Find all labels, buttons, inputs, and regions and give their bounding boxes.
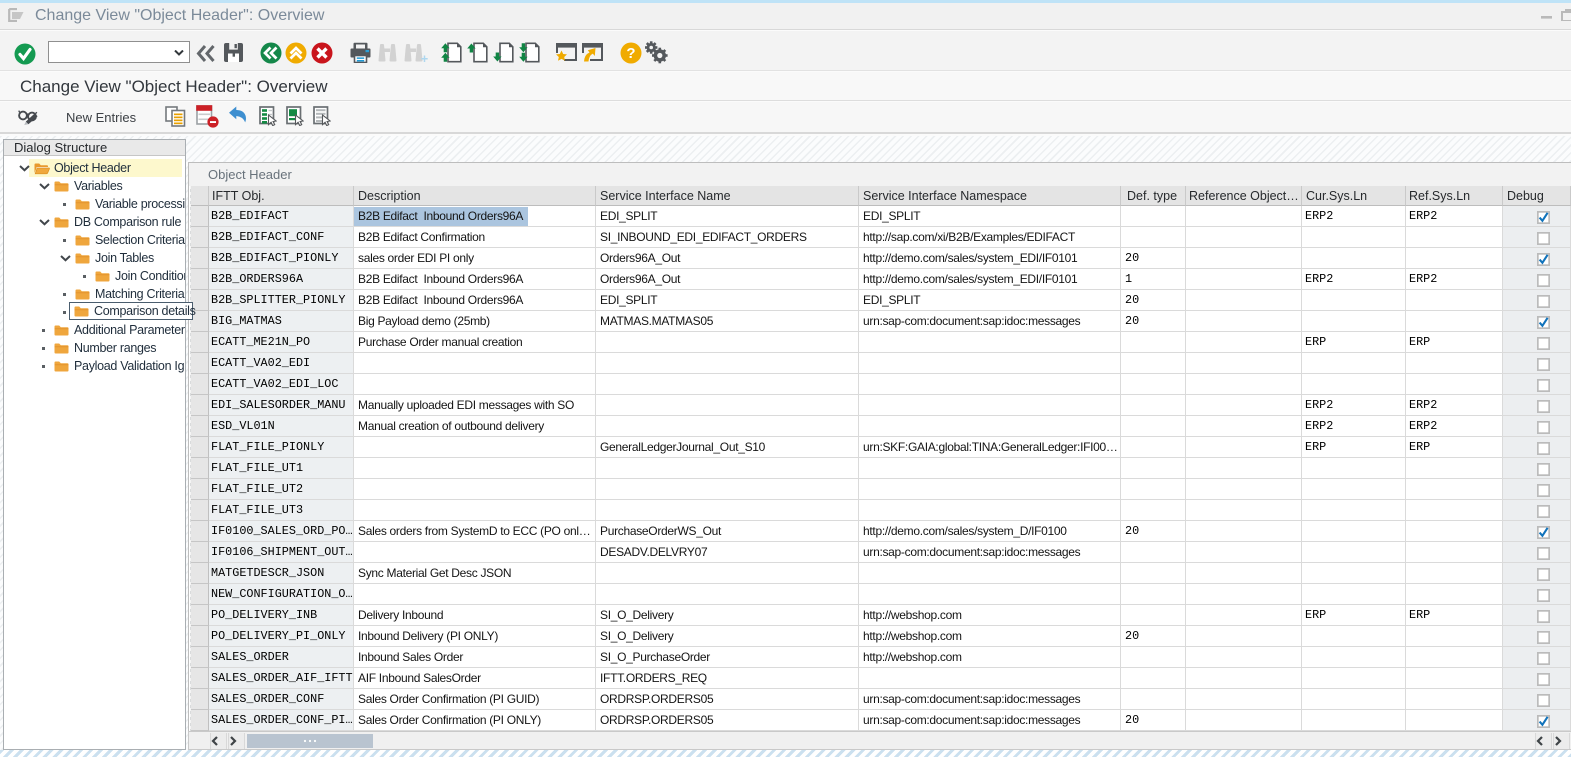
svg-text:?: ? xyxy=(626,45,635,62)
